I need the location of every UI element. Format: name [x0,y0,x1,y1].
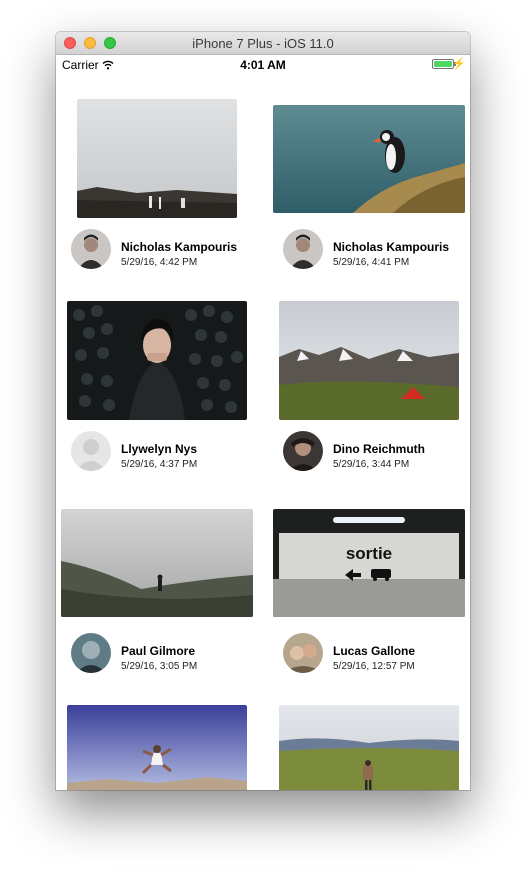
charging-bolt-icon: ⚡ [452,58,466,70]
post-date: 5/29/16, 4:41 PM [333,257,410,268]
post-photo[interactable] [77,99,237,218]
post-date: 5/29/16, 3:05 PM [121,661,198,672]
avatar[interactable] [71,431,111,471]
post-photo[interactable] [279,705,459,790]
author-name: Llywelyn Nys [121,442,198,456]
post-photo[interactable] [67,301,247,420]
avatar[interactable] [283,431,323,471]
post-date: 5/29/16, 4:42 PM [121,257,198,268]
meadow-hiker-image [279,705,459,790]
avatar[interactable] [283,633,323,673]
sign-text: sortie [346,544,392,563]
avatar[interactable] [283,229,323,269]
author-name: Lucas Gallone [333,644,416,658]
post-date: 5/29/16, 12:57 PM [333,661,415,672]
post-date: 5/29/16, 3:44 PM [333,459,410,470]
post-photo[interactable] [67,705,247,790]
author-name: Nicholas Kampouris [121,240,238,254]
title-bar: iPhone 7 Plus - iOS 11.0 [56,32,470,55]
status-bar: Carrier 4:01 AM ⚡ [56,55,470,75]
author-name: Dino Reichmuth [333,442,425,456]
avatar[interactable] [71,633,111,673]
author-name: Paul Gilmore [121,644,196,658]
simulator-window: iPhone 7 Plus - iOS 11.0 Carrier 4:01 AM… [56,32,470,790]
foggy-hill-hiker-image [61,509,253,617]
post-photo[interactable] [279,301,459,420]
foggy-landscape-image [77,99,237,218]
jumping-person-image [67,705,247,790]
post-date: 5/29/16, 4:37 PM [121,459,198,470]
mountain-tent-image [279,301,459,420]
portrait-bottles-image [67,301,247,420]
photo-feed[interactable]: Nicholas Kampouris 5/29/16, 4:42 PM Nich… [56,75,470,790]
puffin-image [273,105,465,213]
post-photo[interactable]: sortie [273,509,465,617]
avatar[interactable] [71,229,111,269]
status-time: 4:01 AM [240,58,286,72]
parking-sign-image: sortie [273,509,465,617]
post-photo[interactable] [273,105,465,213]
battery-icon [432,59,456,69]
post-photo[interactable] [61,509,253,617]
window-title: iPhone 7 Plus - iOS 11.0 [192,36,334,51]
author-name: Nicholas Kampouris [333,240,450,254]
